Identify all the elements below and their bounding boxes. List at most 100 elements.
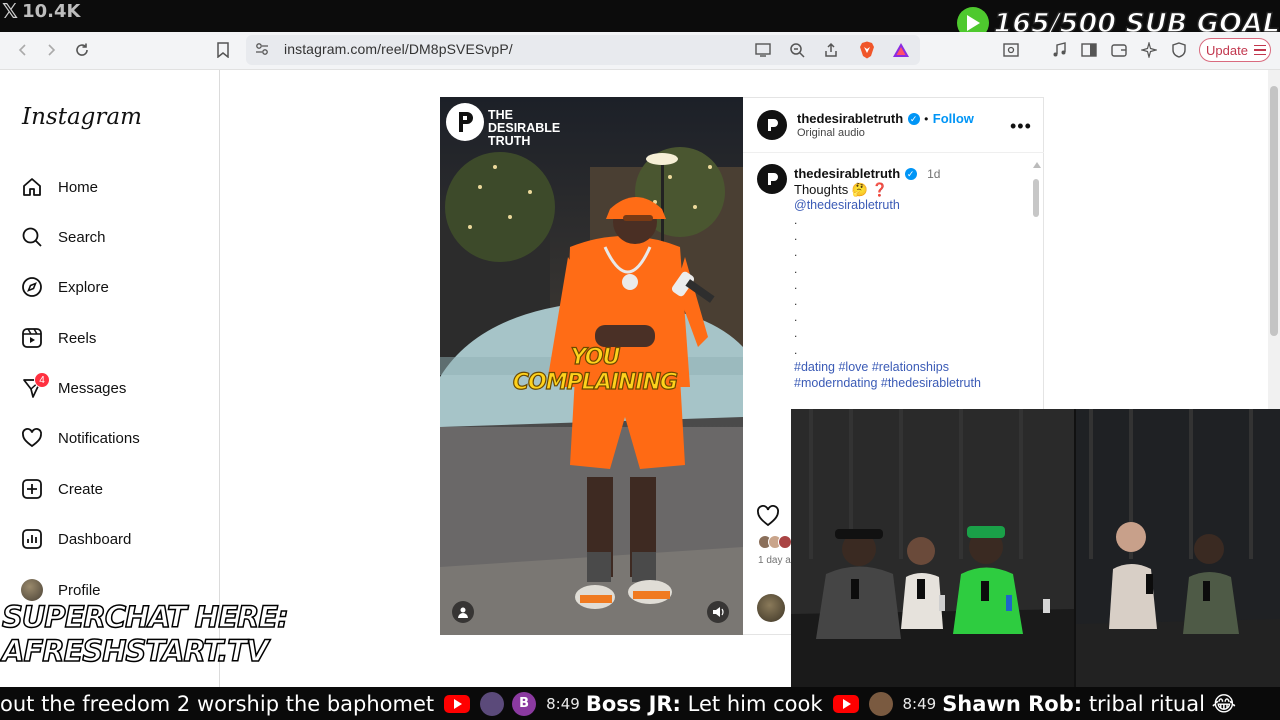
nav-messages-label: Messages (58, 379, 127, 397)
nav-explore[interactable]: Explore (20, 272, 109, 302)
nav-notifications-label: Notifications (58, 429, 140, 447)
superchat-line-2: AFRESHSTART.TV (1, 633, 269, 669)
nav-home[interactable]: Home (20, 172, 98, 202)
liked-by-avatars[interactable] (758, 535, 792, 549)
dashboard-icon (20, 527, 44, 551)
vpn-icon[interactable] (1170, 41, 1188, 59)
forward-button[interactable] (40, 40, 62, 60)
share-icon[interactable] (822, 41, 840, 59)
ticker-message-3: tribal ritual 😂 (1088, 691, 1237, 716)
nav-search-label: Search (58, 228, 106, 246)
nav-profile-label: Profile (58, 581, 101, 599)
caption-hashtags-2[interactable]: #moderndating #thedesirabletruth (794, 376, 981, 390)
volume-icon[interactable] (707, 601, 729, 623)
ticker-message-1: out the freedom 2 worship the baphomet (0, 691, 435, 716)
like-button[interactable] (756, 505, 780, 532)
caption-text: Thoughts 🤔 ❓ (794, 182, 888, 197)
reel-video[interactable]: THE DESIRABLE TRUTH YOU COMPLAINING (440, 97, 743, 635)
ticker-time-3: 8:49 (902, 694, 937, 713)
brand-line-3: TRUTH (488, 134, 531, 148)
comment-avatar-small (758, 418, 786, 434)
brand-logo-icon (446, 103, 484, 141)
nav-home-label: Home (58, 178, 99, 196)
caption-header: thedesirabletruth ✓ 1d (794, 165, 940, 183)
nav-notifications[interactable]: Notifications (20, 423, 140, 453)
webcam-illustration (791, 409, 1280, 687)
tab-search-icon[interactable] (1002, 41, 1020, 59)
reload-button[interactable] (71, 40, 93, 60)
url-text[interactable]: instagram.com/reel/DM8pSVESvpP/ (284, 41, 513, 57)
audio-label[interactable]: Original audio (797, 127, 865, 139)
post-header: thedesirabletruth ✓ • Follow (797, 110, 974, 128)
ticker-initial-avatar: B (512, 691, 537, 716)
comments-scrollbar[interactable] (1033, 157, 1041, 407)
update-button[interactable]: Update (1199, 38, 1271, 62)
nav-create[interactable]: Create (20, 474, 103, 504)
messages-badge: 4 (34, 372, 50, 388)
messenger-icon: 4 (20, 372, 50, 400)
chat-ticker: out the freedom 2 worship the baphomet B… (0, 687, 1280, 720)
youtube-icon (832, 694, 859, 713)
ticker-message-2: Let him cook (687, 691, 823, 716)
video-caption-overlay: YOU COMPLAINING (512, 344, 678, 395)
brand-wordmark: THE DESIRABLE TRUTH (488, 109, 560, 148)
cast-icon[interactable] (754, 41, 772, 59)
nav-create-label: Create (58, 480, 104, 498)
nav-messages[interactable]: 4 Messages (20, 372, 127, 403)
x-count-value: 10.4K (22, 0, 81, 22)
plus-square-icon (20, 477, 44, 501)
zoom-icon[interactable] (788, 41, 806, 59)
reels-icon (20, 326, 44, 350)
verified-badge-icon: ✓ (904, 167, 917, 180)
back-button[interactable] (12, 40, 34, 60)
youtube-icon (444, 694, 471, 713)
caption-hashtags-1[interactable]: #dating #love #relationships (794, 360, 949, 374)
sidebar-toggle-icon[interactable] (1080, 41, 1098, 59)
ticker-avatar-3 (868, 691, 893, 716)
home-icon (20, 175, 44, 199)
header-divider (743, 152, 1044, 153)
caption-avatar[interactable] (757, 164, 787, 194)
verified-badge-icon: ✓ (907, 112, 920, 125)
search-icon (20, 225, 44, 249)
nav-dashboard[interactable]: Dashboard (20, 524, 131, 554)
page-scrollbar-thumb[interactable] (1270, 86, 1278, 336)
more-options-icon[interactable]: ••• (1010, 116, 1032, 137)
nav-reels-label: Reels (58, 329, 97, 347)
compass-icon (20, 275, 44, 299)
nav-explore-label: Explore (58, 278, 109, 296)
brave-shield-icon[interactable] (858, 41, 876, 59)
nav-search[interactable]: Search (20, 222, 106, 252)
post-time: 1 day a (758, 555, 791, 566)
caption-dots: ......... (794, 213, 798, 357)
bookmark-icon[interactable] (212, 40, 234, 60)
superchat-line-1: SUPERCHAT HERE: (1, 599, 289, 635)
wallet-icon[interactable] (1110, 41, 1128, 59)
site-info-icon[interactable] (254, 41, 270, 62)
caption-username[interactable]: thedesirabletruth (794, 166, 900, 181)
tagged-user-icon[interactable] (452, 601, 474, 623)
x-logo-icon: 𝕏 (2, 0, 19, 23)
webcam-overlay (791, 409, 1280, 687)
instagram-logo[interactable]: Instagram (22, 104, 142, 130)
menu-icon (1253, 44, 1266, 56)
caption-age: 1d (927, 167, 941, 181)
nav-reels[interactable]: Reels (20, 323, 96, 353)
avatar (20, 578, 44, 602)
media-icon[interactable] (1050, 41, 1068, 59)
rewards-icon[interactable] (892, 41, 910, 59)
caption-mention[interactable]: @thedesirabletruth (794, 198, 900, 212)
heart-icon (20, 426, 44, 450)
superchat-overlay: SUPERCHAT HERE: AFRESHSTART.TV (1, 599, 289, 669)
update-label: Update (1206, 42, 1248, 58)
author-username[interactable]: thedesirabletruth (797, 111, 903, 126)
nav-dashboard-label: Dashboard (58, 530, 132, 548)
ticker-name-2: Boss JR: (585, 691, 681, 716)
x-follower-count: 𝕏 10.4K (2, 0, 81, 23)
comments-scroll-thumb[interactable] (1033, 179, 1039, 217)
ticker-name-3: Shawn Rob: (942, 691, 1083, 716)
follow-button[interactable]: Follow (933, 111, 974, 126)
leo-ai-icon[interactable] (1140, 41, 1158, 59)
ticker-time-2: 8:49 (546, 694, 580, 713)
author-avatar[interactable] (757, 110, 787, 140)
